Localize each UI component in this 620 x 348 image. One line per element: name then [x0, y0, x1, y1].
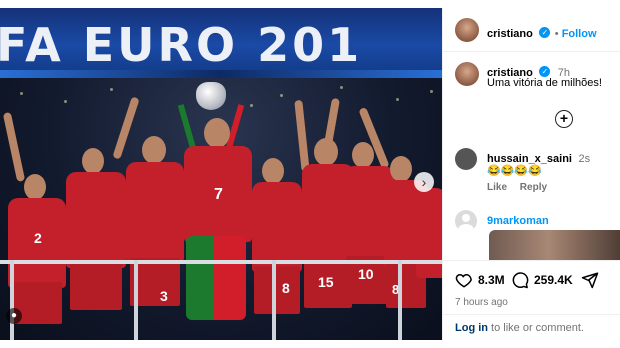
- separator-dot: •: [554, 28, 562, 40]
- comments-count[interactable]: 259.4K: [534, 273, 573, 287]
- default-avatar[interactable]: [455, 210, 477, 232]
- euro-banner: FA EURO 201: [0, 8, 442, 78]
- banner-strip: [0, 70, 442, 78]
- plus-circle-icon[interactable]: +: [555, 110, 573, 128]
- comment-like-button[interactable]: Like: [487, 182, 507, 193]
- post-media[interactable]: FA EURO 201 2 3 7 8 15 10 8 › ●: [0, 8, 442, 340]
- comment-username[interactable]: 9markoman: [487, 215, 549, 227]
- railing: [0, 260, 442, 264]
- author-avatar[interactable]: [455, 18, 479, 42]
- login-link[interactable]: Log in: [455, 322, 488, 334]
- comment-age: 2s: [578, 153, 591, 165]
- caption-text: Uma vitória de milhões!: [487, 77, 602, 89]
- verified-badge-icon: ✓: [539, 66, 551, 78]
- post-header: cristiano ✓ • Follow: [443, 8, 620, 52]
- heart-icon[interactable]: [455, 271, 473, 289]
- portugal-flag: [186, 236, 246, 320]
- user-tag-icon[interactable]: ●: [6, 308, 22, 324]
- likes-count[interactable]: 8.3M: [478, 273, 505, 287]
- chevron-right-icon[interactable]: ›: [414, 172, 434, 192]
- comment-reply-button[interactable]: Reply: [520, 182, 547, 193]
- login-prompt-text: to like or comment.: [488, 322, 584, 334]
- caption-author-avatar[interactable]: [455, 62, 479, 86]
- share-icon[interactable]: [581, 271, 599, 289]
- login-prompt: Log in to like or comment.: [443, 314, 620, 340]
- comment-icon[interactable]: [511, 271, 529, 289]
- trophy: [196, 82, 226, 110]
- comment-text: 😂😂😂😂: [487, 165, 542, 177]
- author-username[interactable]: cristiano: [487, 28, 533, 40]
- comment-image: [489, 230, 620, 260]
- banner-text: FA EURO 201: [0, 18, 363, 72]
- follow-button[interactable]: Follow: [562, 28, 597, 40]
- post-sidebar: cristiano ✓ • Follow cristiano ✓ 7h Uma …: [442, 8, 620, 340]
- verified-badge-icon: ✓: [539, 27, 551, 39]
- posted-ago: 7 hours ago: [455, 297, 508, 308]
- comment-avatar[interactable]: [455, 148, 477, 170]
